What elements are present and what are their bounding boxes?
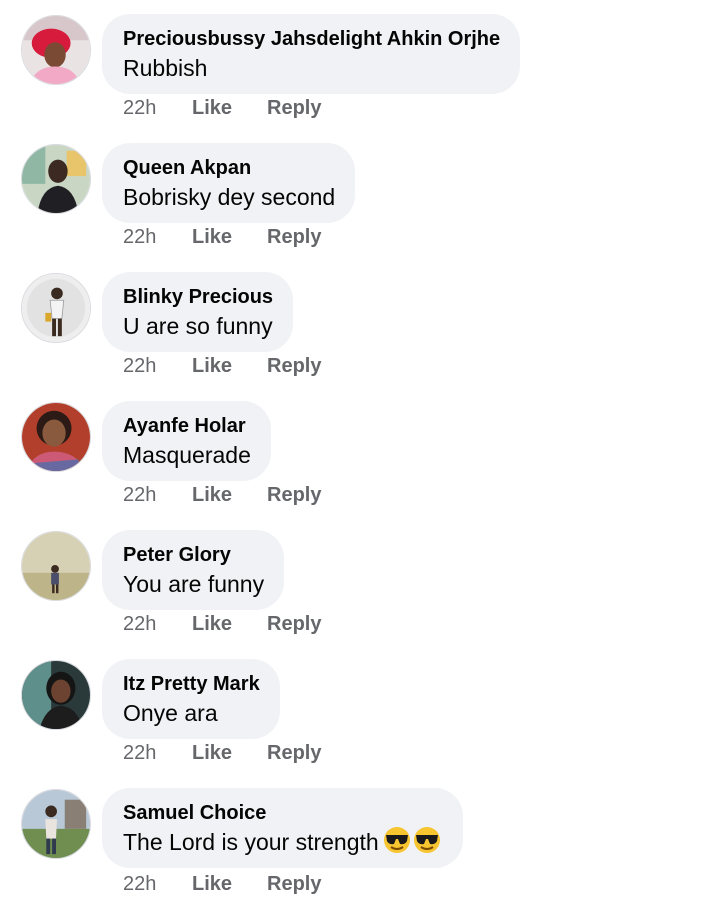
comment: Preciousbussy Jahsdelight Ahkin Orjhe Ru… bbox=[0, 0, 720, 129]
comment-text: You are funny bbox=[123, 571, 265, 597]
comment-author[interactable]: Samuel Choice bbox=[123, 801, 443, 825]
comment-bubble: Itz Pretty Mark Onye ara bbox=[102, 659, 280, 739]
comment-text: Bobrisky dey second bbox=[123, 184, 336, 210]
comment: Itz Pretty Mark Onye ara 22h Like Reply bbox=[0, 645, 720, 774]
like-button[interactable]: Like bbox=[192, 481, 232, 509]
comment-bubble: Ayanfe Holar Masquerade bbox=[102, 401, 271, 481]
comment-author[interactable]: Blinky Precious bbox=[123, 285, 273, 309]
comment-time[interactable]: 22h bbox=[123, 870, 156, 898]
comment-time[interactable]: 22h bbox=[123, 94, 156, 122]
like-button[interactable]: Like bbox=[192, 610, 232, 638]
comment-bubble: Preciousbussy Jahsdelight Ahkin Orjhe Ru… bbox=[102, 14, 521, 94]
like-button[interactable]: Like bbox=[192, 352, 232, 380]
comment-time[interactable]: 22h bbox=[123, 481, 156, 509]
comment-text-content: The Lord is your strength bbox=[123, 829, 379, 855]
comment: Blinky Precious U are so funny 22h Like … bbox=[0, 258, 720, 387]
comment: Peter Glory You are funny 22h Like Reply bbox=[0, 516, 720, 645]
reply-button[interactable]: Reply bbox=[267, 610, 321, 638]
profile-photo-outdoor-wall bbox=[22, 532, 90, 600]
reply-button[interactable]: Reply bbox=[267, 870, 321, 898]
avatar[interactable] bbox=[21, 402, 91, 472]
reply-button[interactable]: Reply bbox=[267, 481, 321, 509]
profile-photo-standing bbox=[22, 274, 90, 342]
comment-author[interactable]: Queen Akpan bbox=[123, 156, 335, 180]
profile-photo-indoor bbox=[22, 145, 90, 213]
reply-button[interactable]: Reply bbox=[267, 739, 321, 767]
like-button[interactable]: Like bbox=[192, 739, 232, 767]
comment-author[interactable]: Peter Glory bbox=[123, 543, 264, 567]
comment-bubble: Peter Glory You are funny bbox=[102, 530, 285, 610]
comment-author[interactable]: Preciousbussy Jahsdelight Ahkin Orjhe bbox=[123, 27, 500, 51]
avatar[interactable] bbox=[21, 15, 91, 85]
comment-text: Rubbish bbox=[123, 55, 208, 81]
comment-author[interactable]: Itz Pretty Mark bbox=[123, 672, 260, 696]
comment-bubble: Samuel Choice The Lord is your strength bbox=[102, 788, 463, 868]
reply-button[interactable]: Reply bbox=[267, 352, 321, 380]
reply-button[interactable]: Reply bbox=[267, 223, 321, 251]
profile-photo-dark bbox=[22, 661, 90, 729]
like-button[interactable]: Like bbox=[192, 223, 232, 251]
profile-photo-selfie bbox=[22, 403, 90, 471]
avatar[interactable] bbox=[21, 273, 91, 343]
comment: Samuel Choice The Lord is your strength … bbox=[0, 774, 720, 903]
comment: Queen Akpan Bobrisky dey second 22h Like… bbox=[0, 129, 720, 258]
profile-photo-outdoor-field bbox=[22, 790, 90, 858]
avatar[interactable] bbox=[21, 789, 91, 859]
comment-text: U are so funny bbox=[123, 313, 273, 339]
comment-text: Masquerade bbox=[123, 442, 251, 468]
comment-bubble: Queen Akpan Bobrisky dey second bbox=[102, 143, 356, 223]
avatar[interactable] bbox=[21, 531, 91, 601]
comment-time[interactable]: 22h bbox=[123, 352, 156, 380]
like-button[interactable]: Like bbox=[192, 94, 232, 122]
comment-time[interactable]: 22h bbox=[123, 223, 156, 251]
avatar[interactable] bbox=[21, 660, 91, 730]
sunglasses-emoji-icon bbox=[383, 826, 443, 862]
comment-text: Onye ara bbox=[123, 700, 218, 726]
comment-bubble: Blinky Precious U are so funny bbox=[102, 272, 294, 352]
comment-text: The Lord is your strength bbox=[123, 826, 443, 862]
comment-time[interactable]: 22h bbox=[123, 610, 156, 638]
comment-author[interactable]: Ayanfe Holar bbox=[123, 414, 251, 438]
like-button[interactable]: Like bbox=[192, 870, 232, 898]
avatar[interactable] bbox=[21, 144, 91, 214]
profile-photo-red-headwrap bbox=[22, 16, 90, 84]
reply-button[interactable]: Reply bbox=[267, 94, 321, 122]
comment-time[interactable]: 22h bbox=[123, 739, 156, 767]
comment: Ayanfe Holar Masquerade 22h Like Reply bbox=[0, 387, 720, 516]
